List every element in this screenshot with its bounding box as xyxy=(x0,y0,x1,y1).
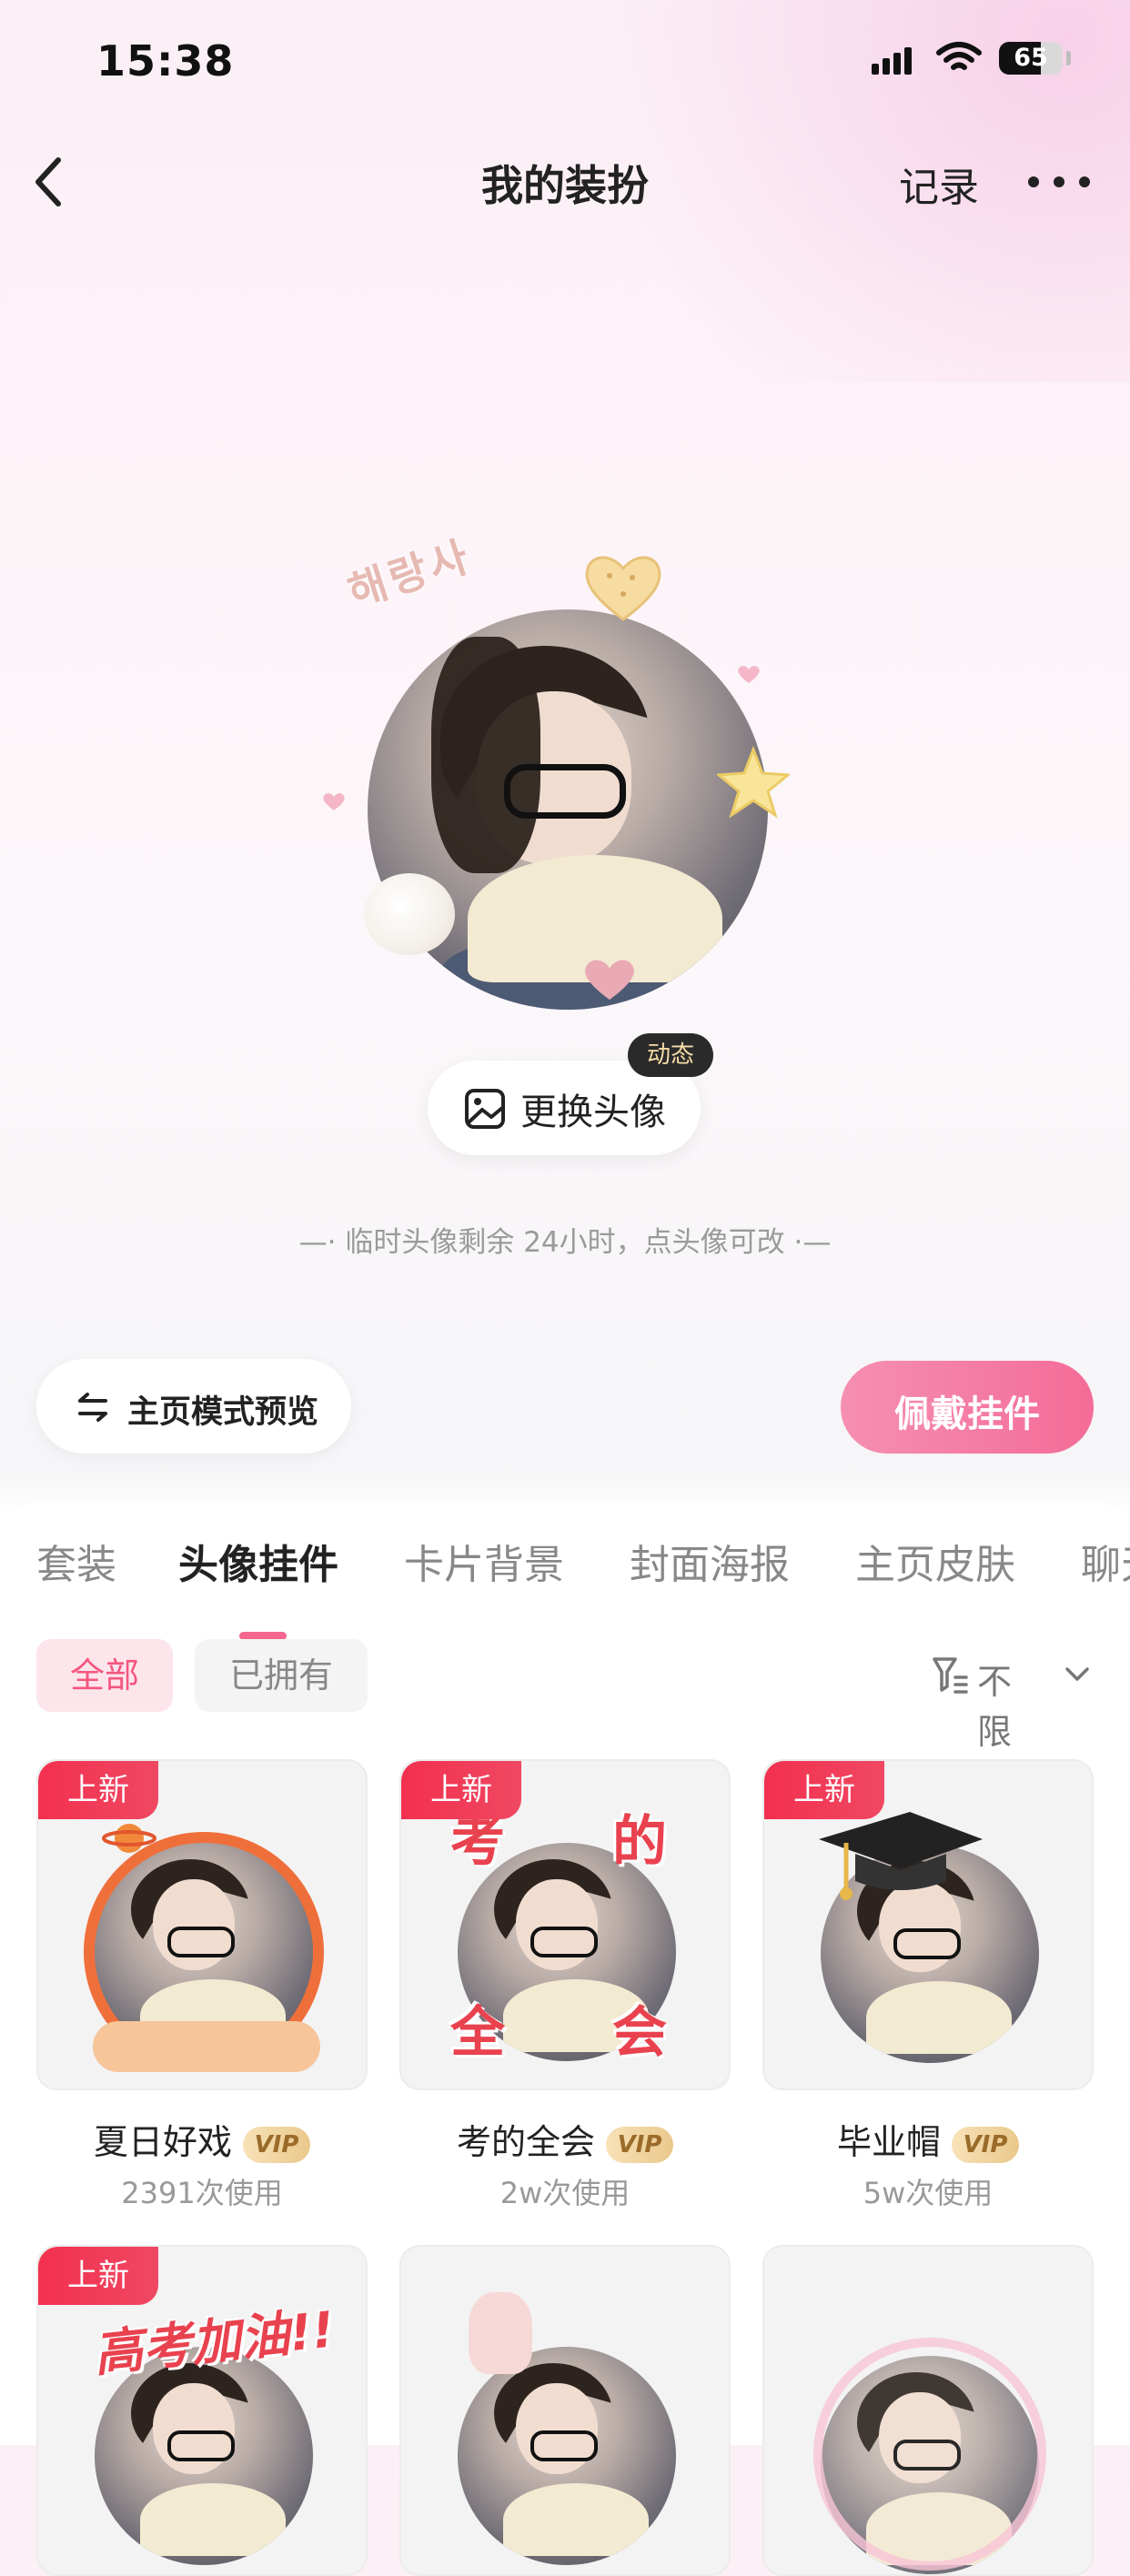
tab-chat[interactable]: 聊天 xyxy=(1081,1532,1130,1590)
wear-pendant-label: 佩戴挂件 xyxy=(894,1394,1040,1435)
new-tag: 上新 xyxy=(764,1761,884,1819)
pendant-deco-text: 해랑사 xyxy=(341,530,478,618)
image-icon xyxy=(465,1089,505,1129)
new-tag: 上新 xyxy=(401,1761,521,1819)
pendant-name-row: 考的全会 VIP xyxy=(399,2114,731,2164)
avatar-glasses xyxy=(504,764,626,819)
pendant-usage-count: 5w次使用 xyxy=(863,2176,994,2210)
dynamic-badge: 动态 xyxy=(628,1033,713,1077)
filter-label: 不限 xyxy=(977,1662,1013,1752)
pendant-name-row: 夏日好戏 VIP xyxy=(36,2114,368,2164)
avatar-preview[interactable]: 해랑사 xyxy=(323,531,792,1010)
wifi-icon xyxy=(936,42,982,70)
pendant-usage-count: 2391次使用 xyxy=(121,2176,283,2210)
filter-icon xyxy=(933,1657,968,1694)
avatar-hair-side xyxy=(431,637,540,873)
tab-cover-poster[interactable]: 封面海报 xyxy=(630,1532,790,1590)
vip-badge: VIP xyxy=(952,2126,1019,2163)
battery-icon: 65 xyxy=(999,42,1063,75)
pendant-name: 夏日好戏 xyxy=(93,2122,232,2162)
overlay-char: 会 xyxy=(612,2001,667,2065)
pendant-avatar xyxy=(458,2347,676,2565)
pink-heart-frame xyxy=(813,2338,1046,2571)
vip-badge: VIP xyxy=(606,2126,673,2163)
tab-suits[interactable]: 套装 xyxy=(36,1532,116,1590)
battery-level: 65 xyxy=(1014,44,1048,72)
star-icon xyxy=(717,746,790,819)
battery-tip xyxy=(1066,51,1071,65)
heart-icon xyxy=(738,666,760,683)
change-avatar-label: 更换头像 xyxy=(520,1092,666,1133)
overlay-char: 全 xyxy=(450,2001,505,2065)
homepage-preview-label: 主页模式预览 xyxy=(127,1394,319,1431)
cream-puff-icon xyxy=(364,873,455,955)
pendant-name-row: 毕业帽 VIP xyxy=(762,2114,1094,2164)
pendant-usage-count: 2w次使用 xyxy=(499,2176,631,2210)
temporary-avatar-hint: —· 临时头像剩余 24小时，点头像可改 ·— xyxy=(298,1226,832,1259)
pendant-panel: 套装 头像挂件 卡片背景 封面海报 主页皮肤 聊天 全部 已拥有 不限 上新 夏… xyxy=(0,1503,1130,2576)
record-button[interactable]: 记录 xyxy=(899,155,979,213)
pendant-thumbnail[interactable]: 考 的 全 会 上新 xyxy=(399,1759,731,2090)
pendant-thumbnail[interactable] xyxy=(762,2245,1094,2576)
pendant-thumbnail[interactable]: 高考加油!! 上新 xyxy=(36,2245,368,2576)
more-options-icon[interactable] xyxy=(1028,173,1092,191)
wear-pendant-button[interactable]: 佩戴挂件 xyxy=(841,1361,1094,1454)
pendant-name: 毕业帽 xyxy=(836,2122,941,2162)
chip-all[interactable]: 全部 xyxy=(36,1639,173,1712)
pendant-thumbnail[interactable]: 上新 xyxy=(36,1759,368,2090)
heart-cookie-icon xyxy=(585,556,661,621)
tab-card-background[interactable]: 卡片背景 xyxy=(404,1532,564,1590)
chip-owned[interactable]: 已拥有 xyxy=(195,1639,368,1712)
status-time: 15:38 xyxy=(96,36,235,86)
planet-icon xyxy=(102,1824,156,1853)
new-tag: 上新 xyxy=(38,2247,158,2305)
switch-arrows-icon xyxy=(78,1393,107,1422)
chevron-down-icon xyxy=(1065,1667,1089,1681)
category-tabs: 套装 头像挂件 卡片背景 封面海报 主页皮肤 聊天 xyxy=(0,1532,1130,1640)
new-tag: 上新 xyxy=(38,1761,158,1819)
pendant-thumbnail[interactable] xyxy=(399,2245,731,2576)
vip-badge: VIP xyxy=(243,2126,310,2163)
cartoon-girl-icon xyxy=(469,2292,532,2374)
cloud-deco xyxy=(93,2021,320,2072)
heart-icon xyxy=(323,793,345,810)
pendant-name: 考的全会 xyxy=(456,2122,595,2162)
status-bar: 15:38 65 xyxy=(0,0,1130,127)
nav-bar: 我的装扮 记录 xyxy=(0,127,1130,236)
tab-avatar-pendant[interactable]: 头像挂件 xyxy=(178,1532,338,1590)
overlay-char: 的 xyxy=(612,1810,667,1874)
graduation-cap-icon xyxy=(819,1812,983,1900)
homepage-preview-button[interactable]: 主页模式预览 xyxy=(36,1359,351,1454)
pendant-thumbnail[interactable]: 上新 xyxy=(762,1759,1094,2090)
cellular-signal-icon xyxy=(872,45,913,75)
tab-homepage-skin[interactable]: 主页皮肤 xyxy=(855,1532,1015,1590)
heart-icon xyxy=(585,960,634,1001)
